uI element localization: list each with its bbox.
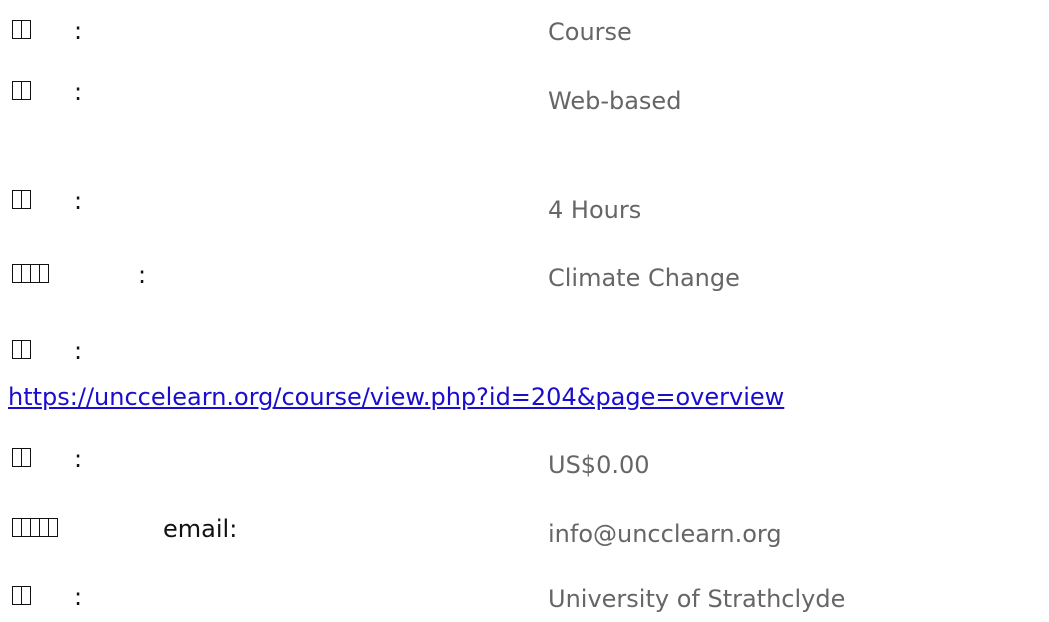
value-email: info@uncclearn.org bbox=[548, 520, 782, 548]
label-separator: : bbox=[138, 261, 147, 289]
info-row-topic: : Climate Change bbox=[0, 260, 1049, 300]
label-separator: : bbox=[74, 187, 83, 215]
missing-glyph-label bbox=[12, 190, 31, 211]
missing-glyph-label bbox=[12, 81, 31, 102]
info-row-duration: : 4 Hours bbox=[0, 186, 1049, 226]
value-type: Course bbox=[548, 18, 632, 46]
info-row-type: : Course bbox=[0, 16, 1049, 56]
value-delivery: Web-based bbox=[548, 87, 682, 115]
label-separator: : bbox=[74, 445, 83, 473]
course-url-link[interactable]: https://unccelearn.org/course/view.php?i… bbox=[8, 382, 784, 412]
value-price: US$0.00 bbox=[548, 451, 650, 479]
missing-glyph-label bbox=[12, 586, 31, 607]
info-row-provider: : University of Strathclyde bbox=[0, 582, 1049, 622]
label-email: email: bbox=[163, 515, 238, 543]
info-row-price: : US$0.00 bbox=[0, 444, 1049, 484]
missing-glyph-label bbox=[12, 448, 31, 469]
info-row-delivery: : Web-based bbox=[0, 77, 1049, 117]
label-separator: : bbox=[74, 17, 83, 45]
missing-glyph-label bbox=[12, 518, 58, 539]
info-row-contact: email: info@uncclearn.org bbox=[0, 514, 1049, 554]
missing-glyph-label bbox=[12, 20, 31, 41]
label-separator: : bbox=[74, 583, 83, 611]
label-separator: : bbox=[74, 78, 83, 106]
missing-glyph-label bbox=[12, 340, 31, 361]
info-row-link: : bbox=[0, 336, 1049, 376]
value-provider: University of Strathclyde bbox=[548, 585, 846, 613]
missing-glyph-label bbox=[12, 264, 49, 285]
label-separator: : bbox=[74, 337, 83, 365]
value-topic: Climate Change bbox=[548, 264, 740, 292]
value-duration: 4 Hours bbox=[548, 196, 642, 224]
